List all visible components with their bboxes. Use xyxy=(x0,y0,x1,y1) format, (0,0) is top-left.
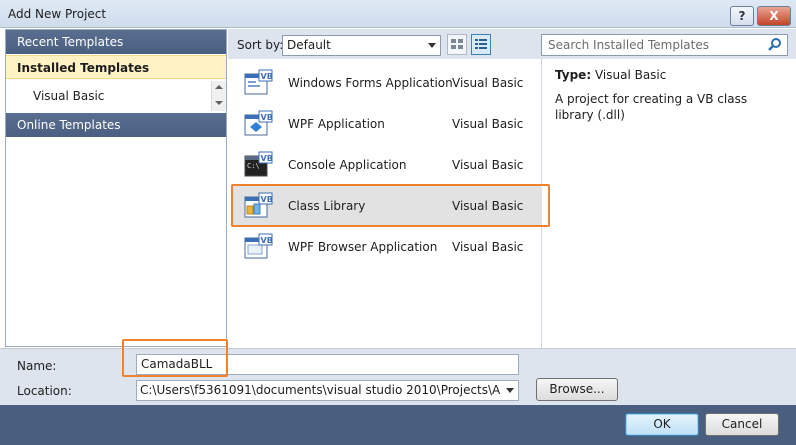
dialog-footer: OK Cancel xyxy=(0,405,796,445)
location-label: Location: xyxy=(17,384,72,398)
list-view-icon xyxy=(475,39,487,49)
type-value: Visual Basic xyxy=(594,68,667,82)
type-label: Type: xyxy=(555,68,592,82)
template-name: WPF Browser Application xyxy=(288,240,438,254)
browse-button[interactable]: Browse... xyxy=(536,378,618,401)
svg-text:VB: VB xyxy=(261,154,273,163)
sort-dropdown-value: Default xyxy=(287,38,331,52)
title-bar: Add New Project ? X xyxy=(0,0,796,28)
grid-view-icon xyxy=(451,39,463,49)
template-name: Console Application xyxy=(288,158,407,172)
name-label: Name: xyxy=(17,359,57,373)
template-categories-panel: Recent Templates Installed Templates Vis… xyxy=(5,29,227,347)
visual-basic-item[interactable]: Visual Basic xyxy=(6,84,210,108)
template-language: Visual Basic xyxy=(452,117,524,131)
search-icon[interactable] xyxy=(766,36,784,54)
help-button[interactable]: ? xyxy=(730,6,754,26)
svg-text:C:\: C:\ xyxy=(247,162,260,170)
svg-text:VB: VB xyxy=(261,72,273,81)
template-language: Visual Basic xyxy=(452,158,524,172)
template-language: Visual Basic xyxy=(452,76,524,90)
scroll-up-icon[interactable] xyxy=(215,85,223,89)
svg-text:VB: VB xyxy=(261,113,273,122)
chevron-down-icon xyxy=(506,388,514,393)
medium-icons-view-button[interactable] xyxy=(447,34,467,55)
sort-by-label: Sort by: xyxy=(237,38,284,52)
window-title: Add New Project xyxy=(8,7,107,21)
search-templates-input[interactable]: Search Installed Templates xyxy=(541,34,788,56)
sort-dropdown[interactable]: Default xyxy=(282,35,441,56)
name-field-highlight xyxy=(122,339,228,377)
chevron-down-icon xyxy=(428,43,436,48)
scroll-down-icon[interactable] xyxy=(215,101,223,105)
location-value: C:\Users\f5361091\documents\visual studi… xyxy=(140,383,500,397)
ok-button[interactable]: OK xyxy=(625,413,699,436)
class-library-highlight xyxy=(231,184,550,227)
template-wpf-application[interactable]: VB WPF Application Visual Basic xyxy=(231,104,549,144)
recent-templates-item[interactable]: Recent Templates xyxy=(6,30,226,54)
close-button[interactable]: X xyxy=(757,6,791,26)
location-dropdown[interactable]: C:\Users\f5361091\documents\visual studi… xyxy=(136,380,519,401)
online-templates-item[interactable]: Online Templates xyxy=(6,113,226,137)
cancel-button[interactable]: Cancel xyxy=(705,413,779,436)
search-placeholder: Search Installed Templates xyxy=(548,38,709,52)
category-scrollbar[interactable] xyxy=(211,81,226,111)
small-icons-view-button[interactable] xyxy=(471,34,491,55)
template-name: WPF Application xyxy=(288,117,385,131)
windows-forms-icon: VB xyxy=(244,69,273,95)
template-name: Windows Forms Application xyxy=(288,76,453,90)
template-description-text: A project for creating a VB class librar… xyxy=(555,92,748,122)
project-details-form: Name: CamadaBLL Location: C:\Users\f5361… xyxy=(0,348,796,405)
template-wpf-browser-application[interactable]: VB WPF Browser Application Visual Basic xyxy=(231,227,549,267)
wpf-browser-icon: VB xyxy=(244,233,273,259)
wpf-app-icon: VB xyxy=(244,110,273,136)
template-console-application[interactable]: C:\ VB Console Application Visual Basic xyxy=(231,145,549,185)
installed-templates-item[interactable]: Installed Templates xyxy=(6,55,226,79)
template-windows-forms[interactable]: VB Windows Forms Application Visual Basi… xyxy=(231,63,549,103)
template-type: Type: Visual Basic xyxy=(555,68,666,82)
template-language: Visual Basic xyxy=(452,240,524,254)
sort-toolbar: Sort by: Default Search Installed Templa… xyxy=(228,29,796,59)
svg-text:VB: VB xyxy=(261,236,273,245)
template-description-panel: Type: Visual Basic A project for creatin… xyxy=(542,59,796,348)
console-app-icon: C:\ VB xyxy=(244,151,273,177)
